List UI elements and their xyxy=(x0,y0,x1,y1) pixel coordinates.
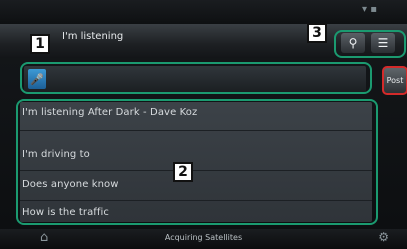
callout-badge-1: 1 xyxy=(30,34,50,54)
top-status-bar: ▾ ▪ xyxy=(0,0,407,24)
settings-icon[interactable]: ⚙ xyxy=(378,230,389,244)
callout-outline-list xyxy=(16,99,378,225)
callout-outline-input xyxy=(20,62,372,94)
callout-badge-3: 3 xyxy=(307,23,327,43)
callout-outline-toolbar xyxy=(334,30,406,58)
signal-icon: ▾ ▪ xyxy=(362,4,377,15)
status-text: Acquiring Satellites xyxy=(164,233,243,242)
post-button[interactable]: Post xyxy=(382,66,407,95)
callout-badge-2: 2 xyxy=(173,162,193,182)
page-title: I'm listening xyxy=(62,31,124,42)
app-screen: ▾ ▪ I'm listening ⚲ ☰ 🎤 Post I'm listeni… xyxy=(0,0,407,249)
